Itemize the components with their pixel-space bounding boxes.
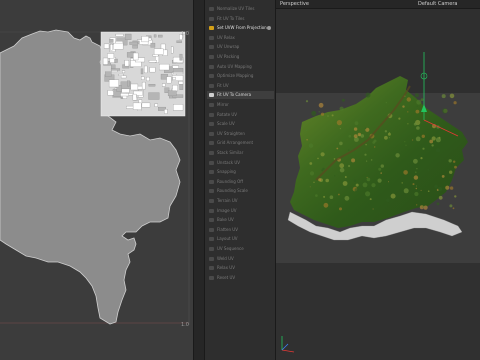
tool-icon — [209, 208, 214, 213]
tool-icon — [209, 64, 214, 69]
tool-icon — [209, 26, 214, 31]
tool-icon — [209, 247, 214, 251]
tool-icon — [209, 141, 214, 146]
tool-item[interactable]: Image UV — [207, 207, 274, 215]
tool-item-label: Fit UV To Tiles — [217, 15, 245, 21]
tool-icon — [209, 189, 214, 194]
tool-item-label: UV Relax — [217, 34, 235, 40]
tool-icon — [209, 131, 214, 136]
tool-icon — [209, 170, 214, 175]
tool-item[interactable]: Fit UV — [207, 82, 274, 90]
tool-item-label: Fit UV To Camera — [217, 92, 252, 98]
uv-canvas[interactable] — [0, 0, 193, 360]
tool-item-label: Reset UV — [217, 274, 236, 280]
tool-item-label: Rounding Off — [217, 178, 244, 184]
tool-item[interactable]: Snapping — [207, 168, 274, 176]
tool-icon — [209, 179, 214, 184]
tool-item-label: Rounding Scale — [217, 188, 248, 194]
3d-viewport[interactable]: Perspective Default Camera — [276, 0, 480, 360]
tool-icon — [209, 74, 214, 79]
tool-item-label: UV Sequence — [217, 246, 244, 251]
tool-item-label: Stack Similar — [217, 150, 244, 155]
tool-item[interactable]: UV Sequence — [207, 245, 274, 253]
tool-item[interactable]: Weld UV — [207, 255, 274, 263]
terrain-model[interactable] — [276, 0, 480, 360]
tool-item[interactable]: Layout UV — [207, 235, 274, 243]
tool-item[interactable]: Stack Similar — [207, 149, 274, 157]
tool-icon — [209, 16, 214, 21]
tool-icon — [209, 112, 214, 117]
tool-item[interactable]: Rotate UV — [207, 111, 274, 119]
tool-icon — [209, 237, 214, 242]
tool-item[interactable]: Unstack UV — [207, 159, 274, 167]
tool-item[interactable]: Fit UV To Tiles — [207, 15, 274, 23]
tool-icon — [209, 256, 214, 261]
tool-item-label: UV Unwrap — [217, 44, 240, 50]
orientation-axes — [281, 336, 295, 353]
tool-item[interactable]: Rounding Scale — [207, 187, 274, 195]
tool-item-label: Normalize UV Tiles — [217, 6, 255, 11]
tool-item-label: Image UV — [217, 207, 237, 213]
tool-item-label: Flatten UV — [217, 226, 238, 232]
uv-editor[interactable]: 1.0 1.0 — [0, 0, 193, 360]
tool-item[interactable]: Auto UV Mapping — [207, 63, 274, 71]
tool-item[interactable]: Rounding Off — [207, 178, 274, 186]
tool-item[interactable]: Mirror — [207, 101, 274, 109]
tool-item[interactable]: Set UVW From Projection — [207, 24, 274, 32]
tool-icon — [209, 103, 214, 107]
uv-tools-panel: Normalize UV Tiles Fit UV To Tiles Set UVW… — [205, 0, 276, 360]
tool-icon — [209, 83, 214, 88]
tool-icon — [209, 7, 214, 11]
pin-icon[interactable] — [267, 26, 271, 31]
tool-icon — [209, 199, 214, 203]
tool-icon — [209, 160, 214, 165]
tool-item-label: Optimize Mapping — [217, 73, 254, 79]
tool-item[interactable]: Flatten UV — [207, 226, 274, 234]
tool-item-label: Grid Arrangement — [217, 140, 254, 146]
tool-icon — [209, 151, 214, 155]
uv-tick-top-right: 1.0 — [181, 31, 189, 37]
tool-item[interactable]: UV Packing — [207, 53, 274, 61]
tool-item-label: Bake UV — [217, 217, 234, 223]
tool-icon — [209, 218, 214, 223]
tool-item-label: Relax UV — [217, 265, 235, 271]
tool-item-label: Layout UV — [217, 236, 238, 242]
tool-item[interactable]: UV Straighten — [207, 130, 274, 138]
tool-item-label: UV Packing — [217, 54, 240, 59]
tool-item[interactable]: Scale UV — [207, 120, 274, 128]
tool-item[interactable]: UV Unwrap — [207, 43, 274, 51]
tool-item-label: Mirror — [217, 102, 229, 107]
tool-item-label: Set UVW From Projection — [217, 25, 267, 31]
tool-item[interactable]: Relax UV — [207, 264, 274, 272]
tool-item-label: UV Straighten — [217, 130, 245, 136]
tool-item[interactable]: UV Relax — [207, 34, 274, 42]
tool-item-label: Terrain UV — [217, 198, 238, 203]
tool-item-label: Weld UV — [217, 255, 234, 261]
tool-icon — [209, 93, 214, 98]
panel-divider[interactable] — [193, 0, 205, 360]
tool-item[interactable]: Terrain UV — [207, 197, 274, 205]
terrain-surface — [290, 76, 468, 228]
tool-item-label: Snapping — [217, 169, 236, 175]
tool-icon — [209, 55, 214, 59]
tool-icon — [209, 35, 214, 40]
tool-icon — [209, 122, 214, 127]
tool-item[interactable]: Normalize UV Tiles — [207, 5, 274, 13]
tool-item-label: Scale UV — [217, 121, 235, 127]
tool-item-label: Rotate UV — [217, 111, 238, 117]
tool-icon — [209, 266, 214, 271]
tool-icon — [209, 275, 214, 280]
tool-icon — [209, 45, 214, 50]
tool-item[interactable]: Bake UV — [207, 216, 274, 224]
tool-item[interactable]: Grid Arrangement — [207, 139, 274, 147]
tool-item[interactable]: Fit UV To Camera — [207, 91, 274, 100]
tool-icon — [209, 227, 214, 232]
tool-item[interactable]: Reset UV — [207, 274, 274, 282]
uv-tick-bottom-right: 1.0 — [181, 322, 189, 328]
tool-item-label: Auto UV Mapping — [217, 63, 252, 69]
tool-item-label: Fit UV — [217, 82, 229, 88]
tool-item[interactable]: Optimize Mapping — [207, 72, 274, 80]
tool-item-label: Unstack UV — [217, 159, 241, 165]
